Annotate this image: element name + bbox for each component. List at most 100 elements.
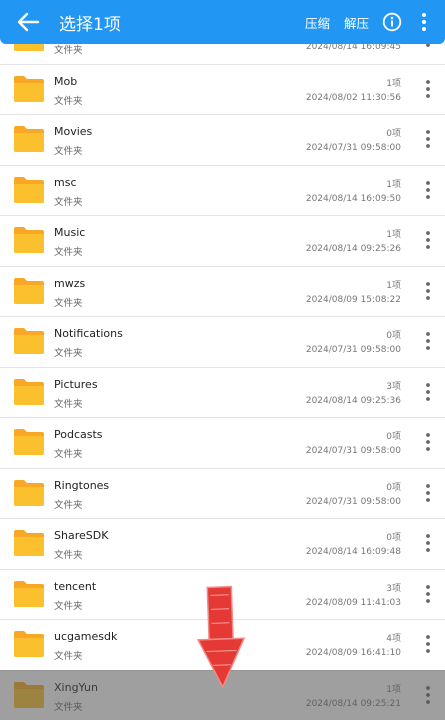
item-count: 3项 [386, 381, 401, 392]
modified-date: 2024/08/09 15:08:22 [305, 294, 401, 305]
folder-icon [14, 530, 44, 556]
item-count: 1项 [386, 280, 401, 291]
row-more-options-icon[interactable] [422, 280, 434, 302]
file-row[interactable]: Ringtones 文件夹 0项 2024/07/31 09:58:00 [0, 467, 445, 518]
file-name: Pictures [54, 377, 98, 391]
info-icon[interactable] [382, 12, 402, 32]
modified-date: 2024/08/14 16:09:50 [305, 193, 401, 204]
file-type: 文件夹 [54, 146, 83, 157]
row-divider [0, 366, 445, 368]
file-row[interactable]: Notifications 文件夹 0项 2024/07/31 09:58:00 [0, 316, 445, 366]
file-type: 文件夹 [54, 196, 83, 208]
file-row[interactable]: Music 文件夹 1项 2024/08/14 09:25:26 [0, 215, 445, 265]
file-type: 文件夹 [54, 45, 83, 56]
top-app-bar: 选择1项 压缩 解压 [0, 0, 445, 44]
row-more-options-icon[interactable] [422, 330, 434, 352]
row-divider [0, 265, 445, 267]
file-row[interactable]: msc 文件夹 1项 2024/08/14 16:09:50 [0, 164, 445, 215]
row-divider [0, 316, 445, 317]
modified-date: 2024/07/31 09:58:00 [305, 496, 401, 507]
folder-icon [14, 75, 44, 102]
row-divider [0, 518, 445, 519]
file-row[interactable]: Mob 文件夹 1项 2024/08/02 11:30:56 [0, 63, 445, 114]
item-count: 3项 [386, 583, 401, 594]
modified-date: 2024/08/02 11:30:56 [305, 92, 401, 103]
file-type: 文件夹 [54, 449, 83, 460]
row-more-options-icon[interactable] [422, 78, 434, 100]
file-name: msc [54, 175, 77, 189]
more-options-icon[interactable] [418, 11, 430, 33]
row-divider [0, 215, 445, 216]
file-name: Podcasts [54, 428, 103, 441]
file-row[interactable]: ShareSDK 文件夹 0项 2024/08/14 16:09:48 [0, 518, 445, 568]
row-more-options-icon[interactable] [422, 633, 434, 655]
item-count: 0项 [386, 129, 401, 139]
back-arrow-icon[interactable] [14, 9, 42, 35]
row-divider [0, 467, 445, 469]
row-divider [0, 164, 445, 166]
file-name: Music [54, 226, 86, 239]
row-more-options-icon[interactable] [422, 532, 434, 554]
folder-icon [14, 479, 44, 506]
folder-icon [14, 429, 44, 455]
folder-icon [14, 176, 44, 203]
item-count: 0项 [386, 482, 401, 493]
row-more-options-icon[interactable] [422, 431, 434, 453]
file-type: 文件夹 [54, 247, 83, 258]
file-name: mwzs [54, 276, 86, 290]
item-count: 0项 [386, 533, 401, 543]
folder-icon [14, 328, 44, 354]
row-more-options-icon[interactable] [422, 128, 434, 150]
scroll-down-arrow-icon [196, 585, 246, 689]
row-more-options-icon[interactable] [422, 381, 434, 403]
file-row[interactable]: Pictures 文件夹 3项 2024/08/14 09:25:36 [0, 366, 445, 417]
item-count: 1项 [386, 230, 401, 240]
folder-icon [14, 580, 44, 607]
file-name: Notifications [54, 327, 123, 340]
folder-icon [14, 631, 44, 657]
file-name: ShareSDK [54, 529, 109, 542]
row-more-options-icon[interactable] [422, 583, 434, 605]
item-count: 1项 [386, 179, 401, 190]
modified-date: 2024/08/14 16:09:48 [305, 547, 401, 557]
file-type: 文件夹 [54, 95, 83, 107]
compress-button[interactable]: 压缩 [305, 13, 330, 32]
file-name: Movies [54, 125, 93, 138]
folder-icon [14, 126, 44, 152]
item-count: 0项 [386, 432, 401, 442]
file-type: 文件夹 [54, 499, 83, 511]
modified-date: 2024/07/31 09:58:00 [305, 345, 401, 355]
folder-icon [14, 227, 44, 253]
folder-icon [14, 378, 44, 405]
row-divider [0, 114, 445, 115]
file-type: 文件夹 [54, 297, 83, 309]
item-count: 4项 [386, 634, 401, 644]
row-divider [0, 568, 445, 570]
file-name: tencent [54, 579, 97, 593]
item-count: 1项 [386, 78, 401, 89]
file-row[interactable]: mwzs 文件夹 1项 2024/08/09 15:08:22 [0, 265, 445, 316]
file-row[interactable]: Movies 文件夹 0项 2024/07/31 09:58:00 [0, 114, 445, 164]
folder-icon [14, 277, 44, 304]
selection-title: 选择1项 [59, 15, 121, 35]
item-count: 0项 [386, 331, 401, 341]
row-divider [0, 417, 445, 418]
file-type: 文件夹 [54, 398, 83, 410]
file-type: 文件夹 [54, 651, 83, 662]
extract-button[interactable]: 解压 [344, 13, 369, 32]
modified-date: 2024/07/31 09:58:00 [305, 143, 401, 153]
modified-date: 2024/08/09 16:41:10 [305, 648, 401, 658]
row-divider [0, 63, 445, 65]
modified-date: 2024/08/14 09:25:26 [305, 244, 401, 254]
row-more-options-icon[interactable] [422, 229, 434, 251]
file-type: 文件夹 [54, 348, 83, 359]
file-row[interactable]: Podcasts 文件夹 0项 2024/07/31 09:58:00 [0, 417, 445, 467]
file-name: ucgamesdk [54, 630, 118, 643]
modified-date: 2024/08/09 11:41:03 [305, 597, 401, 608]
file-name: Ringtones [54, 478, 110, 492]
row-more-options-icon[interactable] [422, 179, 434, 201]
row-more-options-icon[interactable] [422, 482, 434, 504]
modified-date: 2024/08/14 09:25:36 [305, 395, 401, 406]
file-type: 文件夹 [54, 600, 83, 612]
file-name: Mob [54, 74, 78, 88]
